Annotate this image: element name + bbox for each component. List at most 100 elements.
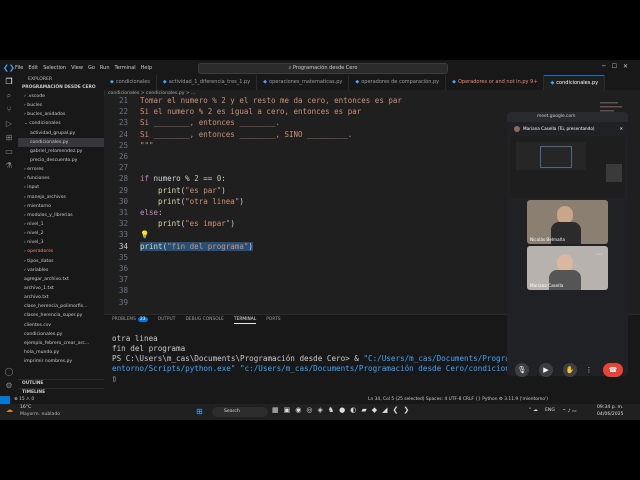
pinned-apps-icons[interactable]: ▦▣◉◎◈♞●◐▰◆◢❮❯: [272, 406, 414, 414]
remote-indicator[interactable]: [0, 396, 10, 404]
panel-tab-problems[interactable]: PROBLEMS 23: [112, 315, 148, 324]
code-token: %: [185, 174, 195, 184]
file-tree-item[interactable]: condicionales.py: [18, 330, 104, 339]
file-tree-item[interactable]: › mientorno: [18, 202, 104, 211]
taskbar-search[interactable]: Search: [212, 407, 268, 417]
file-tree-item[interactable]: condicionales.py: [18, 137, 104, 147]
file-tree-item[interactable]: clientes.csv: [18, 321, 104, 330]
panel-tab-terminal[interactable]: TERMINAL: [233, 315, 257, 324]
camera-icon[interactable]: ▶: [539, 363, 553, 377]
participant-tile-1[interactable]: Nicolás Belmaña: [527, 200, 608, 244]
window-controls[interactable]: ─☐✕: [602, 63, 634, 70]
panel-tab-output[interactable]: OUTPUT: [158, 315, 176, 324]
editor-tab[interactable]: ◆ operadores de comparación.py: [349, 75, 447, 90]
code-token: Si el numero % 2 es igual a cero, entonc…: [140, 107, 362, 117]
python-file-icon: ◆: [452, 79, 456, 85]
file-tree-item[interactable]: clases_herencia_super.py: [18, 311, 104, 320]
menu-item-terminal[interactable]: Terminal: [115, 65, 136, 71]
file-tree-item[interactable]: archivo_1.txt: [18, 284, 104, 293]
file-tree-item[interactable]: ejemplo_febrero_crear_arc...: [18, 339, 104, 348]
file-tree-item[interactable]: › funciones: [18, 174, 104, 183]
menu-item-go[interactable]: Go: [88, 65, 95, 71]
file-tree-item-label: clientes.csv: [24, 322, 51, 328]
language-indicator[interactable]: ENG: [545, 408, 555, 413]
editor-tab[interactable]: ◆ Operadores or and not in.py 9+: [446, 75, 545, 90]
taskbar-search-label: Search: [224, 409, 240, 414]
workspace-root[interactable]: PROGRAMACIÓN DESDE CERO: [18, 84, 104, 92]
end-call-icon[interactable]: ☎: [603, 363, 623, 377]
file-tree-item[interactable]: › nivel_2: [18, 229, 104, 238]
code-token: Si ________, entonces ________, SINO ___…: [140, 129, 353, 139]
file-tree-item[interactable]: clase_herencia_polimorfis...: [18, 302, 104, 311]
file-tree-item[interactable]: › operadores: [18, 247, 104, 256]
file-tree-item[interactable]: › nivel_3: [18, 238, 104, 247]
microphone-icon[interactable]: 🎙: [515, 363, 529, 377]
file-tree-item[interactable]: precio_descuento.py: [18, 156, 104, 165]
clock-time[interactable]: 09:34 p. m.: [597, 405, 623, 410]
file-tree-item[interactable]: agregar_archivo.txt: [18, 275, 104, 284]
file-tree-item[interactable]: archivo.txt: [18, 293, 104, 302]
terminal[interactable]: otra linea fin del programa PS C:\Users\…: [112, 334, 528, 384]
tray-icons[interactable]: ⌃ ☁: [528, 408, 538, 413]
weather-temp[interactable]: 16°C: [20, 405, 31, 410]
file-tree-item[interactable]: imprimir nombres.py: [18, 357, 104, 366]
file-tree-item[interactable]: actividad_grupal.py: [18, 129, 104, 138]
file-tree-item[interactable]: ⌄ condicionales: [18, 119, 104, 128]
file-tree-item[interactable]: › modulos_y_librerias: [18, 211, 104, 220]
more-options-icon[interactable]: ⋯: [594, 250, 604, 260]
problems-count[interactable]: ⊗ 15 ⚠ 0: [14, 397, 34, 402]
file-tree-item[interactable]: › .vscode: [18, 92, 104, 101]
command-center-search[interactable]: ⌕ Programación desde Cero: [198, 63, 448, 74]
file-tree-item[interactable]: › manejo_archivos: [18, 193, 104, 202]
editor-tab[interactable]: ◆ condicionales.py: [544, 75, 606, 91]
file-tree-item[interactable]: › errores: [18, 165, 104, 174]
search-icon[interactable]: ⌕: [0, 89, 18, 103]
editor-tab[interactable]: ◆ operaciones_matematicas.py: [257, 75, 350, 90]
outline-section[interactable]: OUTLINE: [18, 379, 108, 388]
clock-date[interactable]: 04/06/2025: [597, 412, 623, 417]
source-control-icon[interactable]: ⑂: [0, 103, 18, 117]
network-volume-icons[interactable]: ⌔ ♪ ▭: [562, 408, 577, 414]
extensions-icon[interactable]: ⊞: [0, 131, 18, 145]
panel-tab-label: TERMINAL: [233, 317, 257, 322]
command-center-label: Programación desde Cero: [293, 65, 358, 71]
settings-gear-icon[interactable]: ⚙: [0, 379, 18, 393]
file-tree-item[interactable]: gabriel_relamendez.py: [18, 147, 104, 156]
file-tree-item[interactable]: hola_mundo.py: [18, 348, 104, 357]
close-icon[interactable]: ✕: [619, 124, 623, 134]
remote-icon[interactable]: ▭: [0, 145, 18, 159]
editor-tab[interactable]: ◆ condicionales: [104, 75, 157, 90]
shared-pip-thumbnail: [606, 164, 622, 182]
menu-item-edit[interactable]: Edit: [28, 65, 38, 71]
explorer-icon[interactable]: ❐: [0, 75, 18, 89]
weather-desc[interactable]: Mayorm. nublado: [20, 412, 60, 417]
terminal-command: "C:/Users/m_cas/Documents/Programaci: [363, 354, 529, 363]
testing-icon[interactable]: ⚗: [0, 159, 18, 173]
run-debug-icon[interactable]: ▷: [0, 117, 18, 131]
file-tree-item[interactable]: › nivel_1: [18, 220, 104, 229]
file-tree-item[interactable]: › bucles: [18, 101, 104, 110]
more-vert-icon[interactable]: ⋮: [585, 363, 593, 377]
editor-tab[interactable]: ◆ actividad_1_diferencia_tres_1.py: [157, 75, 258, 90]
menu-item-selection[interactable]: Selection: [43, 65, 66, 71]
panel-tab-debug-console[interactable]: DEBUG CONSOLE: [185, 315, 223, 324]
file-tree-item-label: › errores: [24, 167, 44, 173]
start-icon[interactable]: ⊞: [196, 407, 203, 416]
file-tree-item[interactable]: › tipos_datos: [18, 257, 104, 266]
participant-tile-2[interactable]: ⋯ Mariana Casella: [527, 246, 608, 290]
code-token: print: [140, 185, 181, 195]
windows-taskbar: ☁ 16°C Mayorm. nublado ⊞ Search ▦▣◉◎◈♞●◐…: [0, 404, 640, 420]
raise-hand-icon[interactable]: ✋: [563, 363, 577, 377]
status-bar: ⊗ 15 ⚠ 0 Ln 34, Col 5 (25 selected) Spac…: [0, 396, 640, 404]
menu-item-view[interactable]: View: [71, 65, 83, 71]
account-icon[interactable]: ◯: [0, 365, 18, 379]
menu-item-file[interactable]: File: [15, 65, 23, 71]
file-tree-item[interactable]: › bucles_anidados: [18, 110, 104, 119]
status-info[interactable]: Ln 34, Col 5 (25 selected) Spaces: 4 UTF…: [368, 397, 548, 402]
file-tree-item[interactable]: › variables: [18, 266, 104, 275]
code-token: ): [221, 185, 226, 195]
menu-item-run[interactable]: Run: [100, 65, 110, 71]
file-tree-item[interactable]: › input: [18, 183, 104, 192]
menu-item-help[interactable]: Help: [141, 65, 152, 71]
panel-tab-ports[interactable]: PORTS: [266, 315, 280, 324]
